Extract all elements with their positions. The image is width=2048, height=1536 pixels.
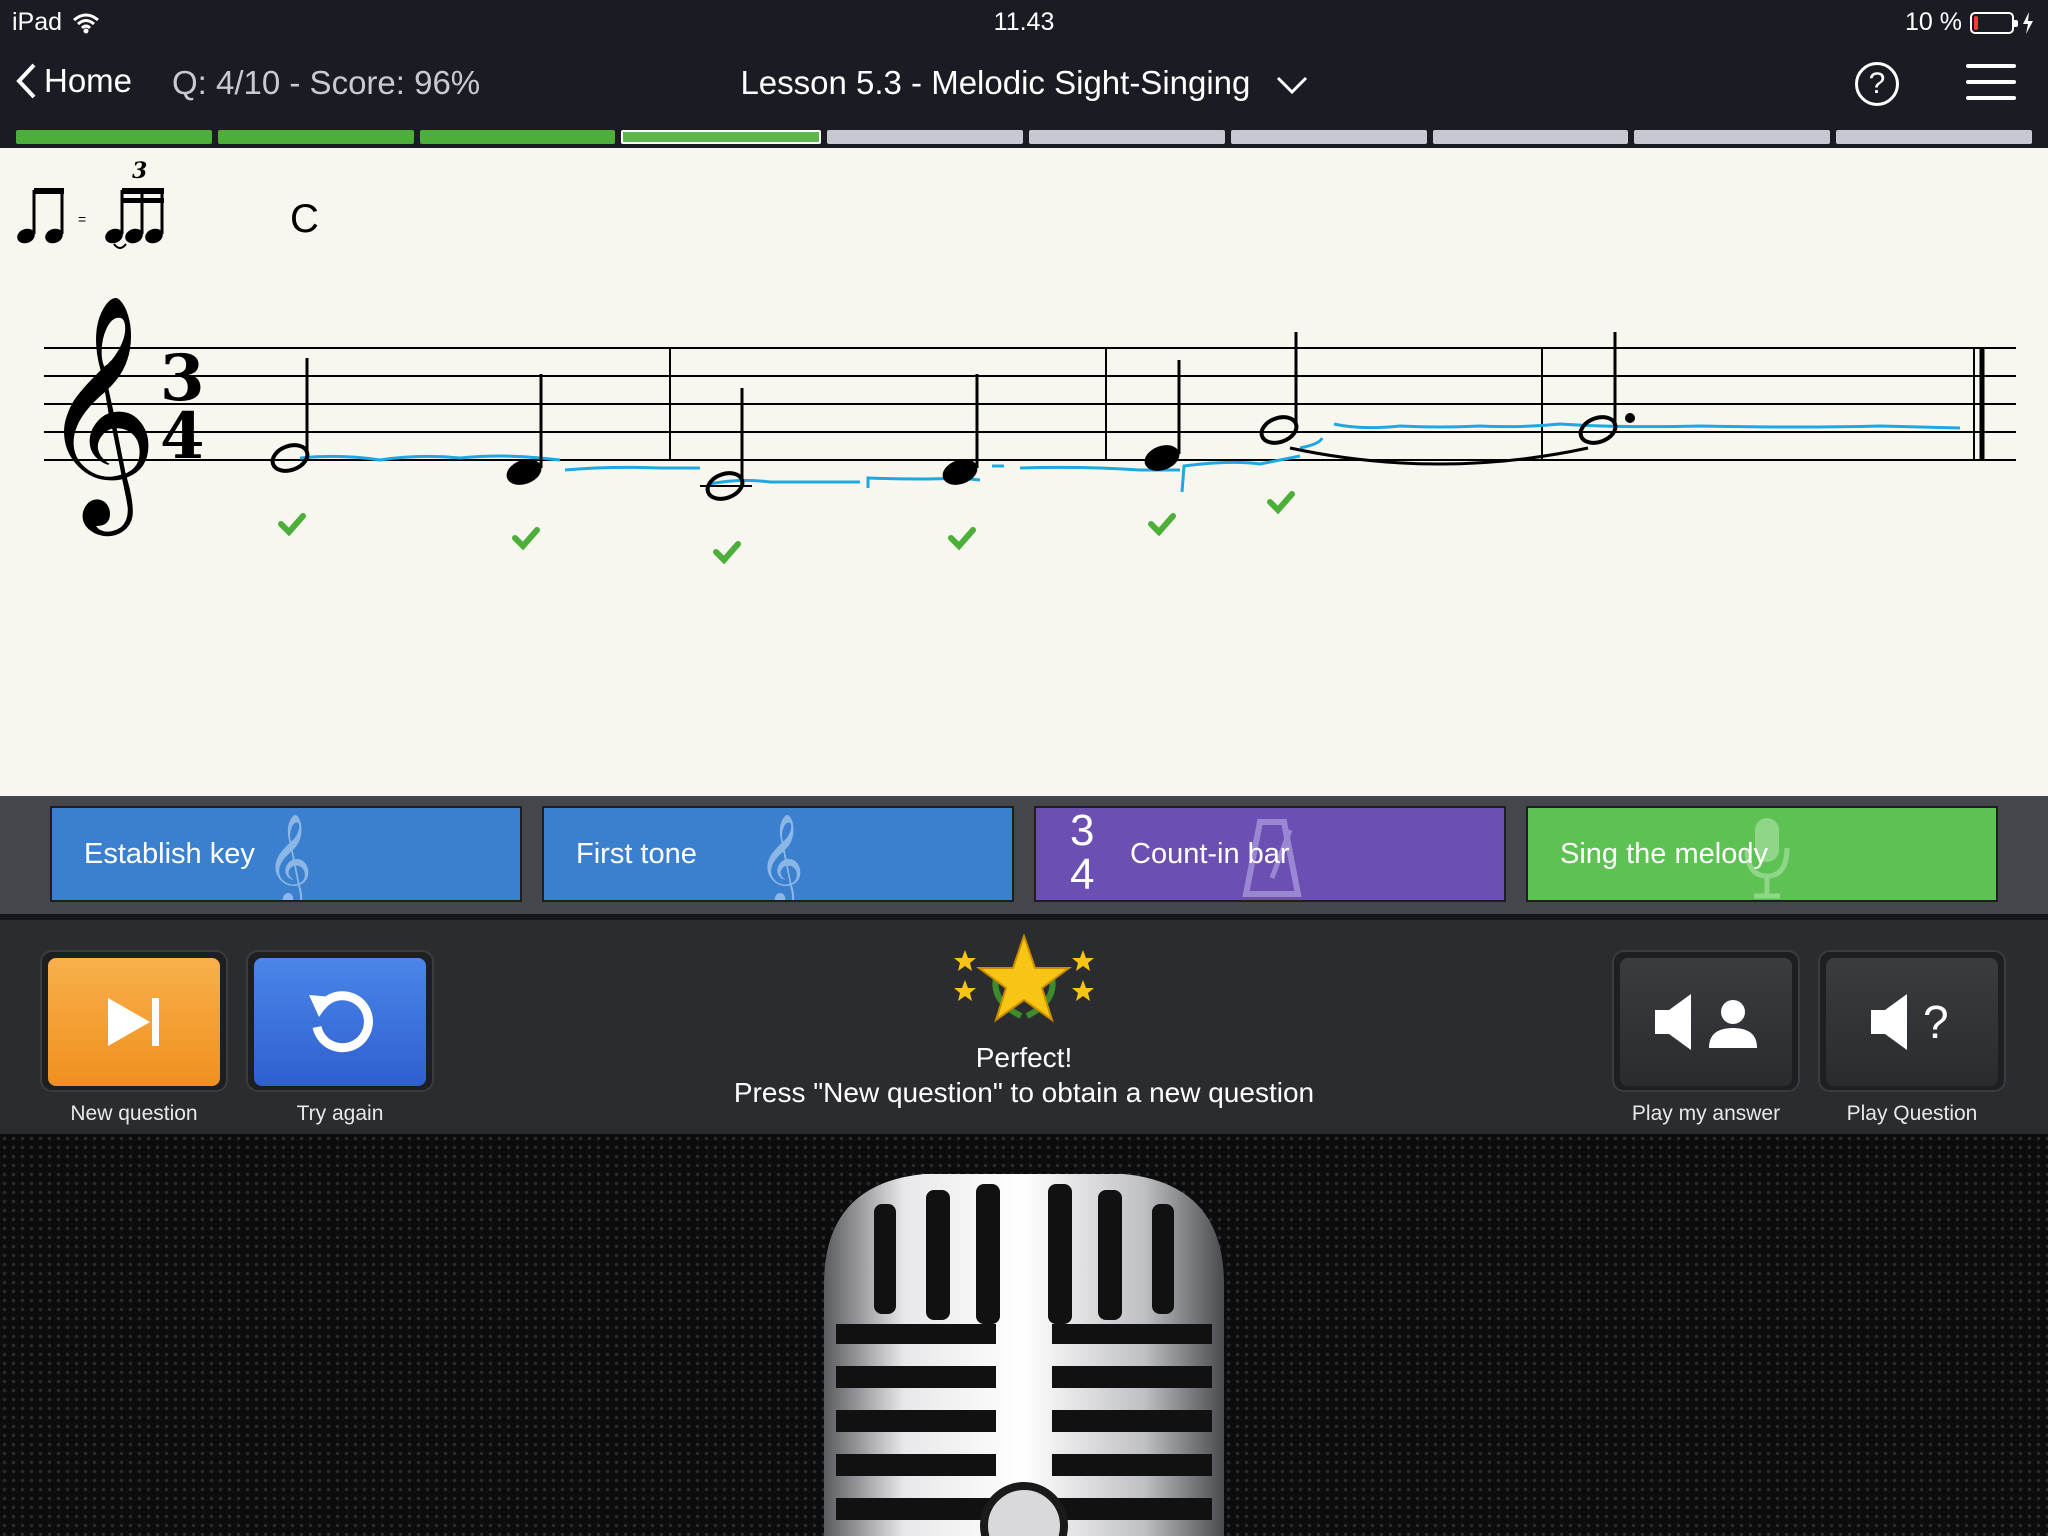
help-button[interactable]: ?	[1855, 62, 1899, 106]
play-my-answer-face	[1620, 958, 1792, 1086]
score-sheet: = 3 C 𝄞 3 4	[0, 148, 2048, 796]
clock: 11.43	[993, 8, 1055, 36]
music-staff: = 3 C 𝄞 3 4	[17, 158, 2016, 565]
charging-bolt-icon	[2023, 11, 2033, 34]
progress-segment	[1230, 130, 1427, 144]
control-panel: New question Try again Perfect! Press "N…	[0, 914, 2048, 1134]
lesson-title-dropdown[interactable]: Lesson 5.3 - Melodic Sight-Singing	[0, 64, 2048, 102]
svg-text:?: ?	[1923, 996, 1949, 1048]
chevron-down-icon	[1276, 77, 1307, 95]
staff-lines	[44, 347, 2016, 461]
treble-clef-icon: 𝄞	[266, 814, 313, 902]
treble-clef-icon: 𝄞	[758, 814, 805, 902]
check-icon	[948, 527, 976, 551]
progress-segment	[827, 130, 1023, 144]
chord-symbol: C	[290, 197, 319, 241]
count-in-sig-top: 3	[1070, 806, 1095, 855]
tempo-equals: =	[78, 211, 86, 227]
play-my-answer-caption: Play my answer	[1631, 1102, 1781, 1125]
menu-button[interactable]	[1966, 64, 2016, 104]
lesson-title: Lesson 5.3 - Melodic Sight-Singing	[740, 64, 1251, 101]
check-marks	[278, 491, 1295, 565]
tie	[1289, 446, 1589, 466]
play-question-face: ?	[1826, 958, 1998, 1086]
menu-bar	[1966, 64, 2016, 68]
progress-segment	[1028, 130, 1225, 144]
count-in-bar-button[interactable]: 3 4 Count-in bar	[1034, 806, 1506, 902]
progress-segment	[1432, 130, 1629, 144]
progress-segment	[16, 130, 212, 144]
check-icon	[1148, 513, 1176, 537]
status-bar: iPad 11.43 10 %	[0, 0, 2048, 42]
progress-segment	[217, 130, 414, 144]
sing-melody-label: Sing the melody	[1560, 838, 1768, 870]
microphone-area	[0, 1134, 2048, 1536]
play-question-caption: Play Question	[1846, 1102, 1978, 1125]
check-icon	[512, 527, 540, 551]
count-in-bar-label: Count-in bar	[1130, 838, 1290, 870]
speaker-person-icon	[1655, 994, 1757, 1050]
time-signature-bottom: 4	[160, 399, 205, 474]
play-my-answer-button[interactable]	[1612, 950, 1800, 1092]
note-7	[1578, 332, 1635, 445]
progress-segment	[419, 130, 616, 144]
progress-segment	[1836, 130, 2032, 144]
treble-clef-icon: 𝄞	[40, 293, 158, 536]
note-5	[1144, 360, 1181, 471]
battery-icon	[1970, 11, 2018, 34]
establish-key-label: Establish key	[84, 838, 255, 870]
pitch-trace	[299, 422, 1961, 493]
check-icon	[1267, 491, 1295, 515]
menu-bar	[1966, 96, 2016, 100]
sing-melody-button[interactable]: Sing the melody	[1526, 806, 1998, 902]
first-tone-button[interactable]: First tone 𝄞	[542, 806, 1014, 902]
tempo-marking: = 3	[17, 158, 164, 249]
star-award-icon	[954, 934, 1094, 1023]
question-progress-bar	[16, 130, 2032, 144]
progress-segment	[621, 130, 822, 144]
speaker-question-icon: ?	[1871, 994, 1949, 1050]
triplet-number: 3	[132, 158, 147, 184]
battery-percent: 10 %	[1905, 8, 1962, 36]
establish-key-button[interactable]: Establish key 𝄞	[50, 806, 522, 902]
play-question-button[interactable]: ?	[1818, 950, 2006, 1092]
microphone-record-icon[interactable]	[814, 1134, 1234, 1536]
check-icon	[713, 541, 741, 565]
progress-segment	[1634, 130, 1831, 144]
nav-bar: Home Q: 4/10 - Score: 96% Lesson 5.3 - M…	[0, 42, 2048, 124]
menu-bar	[1966, 80, 2016, 84]
first-tone-label: First tone	[576, 838, 697, 870]
check-icon	[278, 513, 306, 537]
note-6	[1259, 332, 1299, 445]
step-buttons-row: Establish key 𝄞 First tone 𝄞 3 4 Count-i…	[0, 796, 2048, 914]
count-in-sig-bottom: 4	[1070, 850, 1095, 899]
note-3	[700, 388, 752, 501]
